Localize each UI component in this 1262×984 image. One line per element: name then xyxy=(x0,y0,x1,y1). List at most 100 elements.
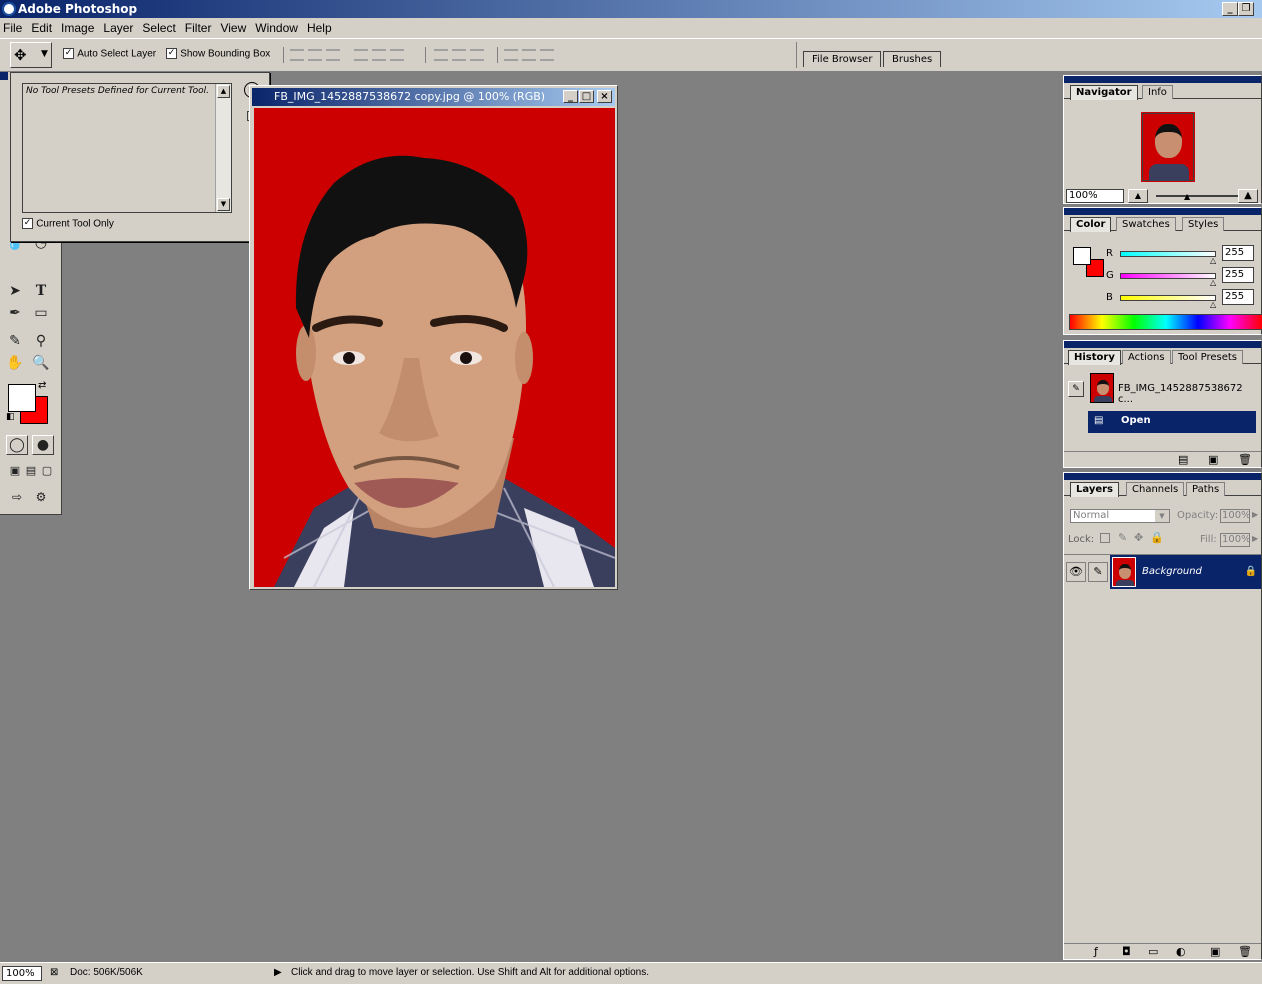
menu-help[interactable]: Help xyxy=(304,18,338,38)
opacity-arrow-icon[interactable]: ▶ xyxy=(1252,510,1258,519)
channel-value-g[interactable]: 255 xyxy=(1222,267,1254,283)
swap-colors-icon[interactable]: ⇄ xyxy=(38,380,46,391)
zoom-out-icon[interactable]: ▲ xyxy=(1128,189,1148,203)
standard-mode-icon[interactable]: ◯ xyxy=(6,435,28,455)
scroll-up-icon[interactable]: ▲ xyxy=(217,85,230,98)
foreground-color-swatch[interactable] xyxy=(8,384,36,412)
menu-file[interactable]: File xyxy=(0,18,28,38)
auto-select-layer-option[interactable]: ✓ Auto Select Layer xyxy=(63,48,156,60)
tab-paths[interactable]: Paths xyxy=(1186,482,1226,496)
layer-mask-icon[interactable]: ◘ xyxy=(1122,945,1131,958)
menu-edit[interactable]: Edit xyxy=(28,18,58,38)
history-brush-icon[interactable]: ✎ xyxy=(1068,381,1084,397)
align-bottom-icon[interactable] xyxy=(326,49,340,61)
file-browser-tab[interactable]: File Browser xyxy=(803,51,882,67)
status-menu-icon[interactable]: ▶ xyxy=(274,967,282,978)
default-colors-icon[interactable]: ◧ xyxy=(6,412,15,422)
tab-history[interactable]: History xyxy=(1068,350,1121,365)
presets-scrollbar[interactable]: ▲ ▼ xyxy=(215,84,231,212)
show-bounding-box-checkbox[interactable]: ✓ xyxy=(166,48,177,59)
document-title-bar[interactable]: FB_IMG_1452887538672 copy.jpg @ 100% (RG… xyxy=(252,88,615,106)
type-tool-icon[interactable]: T xyxy=(30,280,52,302)
jump-to-imageready-icon[interactable]: ⇨ xyxy=(6,486,28,508)
channel-thumb-icon[interactable]: △ xyxy=(1210,278,1216,287)
distribute-bottom-icon[interactable] xyxy=(470,49,484,61)
current-tool-only-option[interactable]: ✓ Current Tool Only xyxy=(22,218,114,230)
brushes-tab[interactable]: Brushes xyxy=(883,51,942,67)
auto-select-layer-checkbox[interactable]: ✓ xyxy=(63,48,74,59)
color-ramp[interactable] xyxy=(1069,314,1262,330)
tab-tool-presets[interactable]: Tool Presets xyxy=(1172,350,1243,364)
document-canvas[interactable] xyxy=(254,108,615,587)
tab-channels[interactable]: Channels xyxy=(1126,482,1185,496)
path-select-tool-icon[interactable]: ➤ xyxy=(4,280,26,302)
lock-all-icon[interactable]: 🔒 xyxy=(1150,531,1164,544)
channel-thumb-icon[interactable]: △ xyxy=(1210,256,1216,265)
align-left-icon[interactable] xyxy=(354,49,368,61)
menu-layer[interactable]: Layer xyxy=(100,18,139,38)
new-adjustment-layer-icon[interactable]: ◐ xyxy=(1176,945,1186,958)
menu-window[interactable]: Window xyxy=(252,18,304,38)
opacity-field[interactable]: 100% xyxy=(1220,509,1251,523)
align-middle-icon[interactable] xyxy=(308,49,322,61)
pen-tool-icon[interactable]: ✒ xyxy=(4,302,26,324)
scroll-down-icon[interactable]: ▼ xyxy=(217,198,230,211)
blend-mode-select[interactable]: Normal ▼ xyxy=(1070,509,1170,523)
distribute-hcenter-icon[interactable] xyxy=(522,49,536,61)
eye-visibility-icon[interactable]: 👁 xyxy=(1066,562,1086,582)
history-panel-header[interactable] xyxy=(1064,341,1261,348)
new-snapshot-icon[interactable]: ▣ xyxy=(1208,453,1218,466)
color-foreground-swatch[interactable] xyxy=(1073,247,1091,265)
status-zoom-field[interactable]: 100% xyxy=(2,966,42,981)
navigator-thumbnail[interactable] xyxy=(1141,112,1195,182)
align-center-icon[interactable] xyxy=(372,49,386,61)
fill-arrow-icon[interactable]: ▶ xyxy=(1252,534,1258,543)
channel-value-r[interactable]: 255 xyxy=(1222,245,1254,261)
layer-brush-icon[interactable]: ✎ xyxy=(1088,562,1108,582)
navigator-panel-header[interactable] xyxy=(1064,76,1261,83)
tab-navigator[interactable]: Navigator xyxy=(1070,85,1138,100)
eyedropper-tool-icon[interactable]: ⚲ xyxy=(30,330,52,352)
history-step-open[interactable]: ▤ Open xyxy=(1088,411,1256,433)
tab-layers[interactable]: Layers xyxy=(1070,482,1119,497)
lock-image-icon[interactable]: ✎ xyxy=(1118,531,1127,544)
tab-info[interactable]: Info xyxy=(1142,85,1173,99)
tool-preset-picker[interactable]: ✥ ▼ xyxy=(10,42,52,68)
new-set-icon[interactable]: ▭ xyxy=(1148,945,1158,958)
restore-button[interactable]: ❐ xyxy=(1238,2,1254,16)
history-snapshot-row[interactable]: ✎ FB_IMG_1452887538672 c... xyxy=(1066,369,1259,407)
channel-thumb-icon[interactable]: △ xyxy=(1210,300,1216,309)
quick-mask-mode-icon[interactable]: ● xyxy=(32,435,54,455)
imageready-icon[interactable]: ⚙ xyxy=(30,486,52,508)
doc-maximize-button[interactable]: □ xyxy=(579,90,594,103)
navigator-zoom-field[interactable]: 100% xyxy=(1066,189,1124,203)
tab-actions[interactable]: Actions xyxy=(1122,350,1171,364)
distribute-left-icon[interactable] xyxy=(504,49,518,61)
zoom-slider-thumb-icon[interactable]: ▲ xyxy=(1184,192,1190,201)
tab-styles[interactable]: Styles xyxy=(1182,217,1225,231)
color-panel-header[interactable] xyxy=(1064,208,1261,215)
show-bounding-box-option[interactable]: ✓ Show Bounding Box xyxy=(166,48,270,60)
doc-minimize-button[interactable]: _ xyxy=(563,90,578,103)
trash-icon[interactable]: 🗑 xyxy=(1238,453,1252,466)
lock-transparency-icon[interactable] xyxy=(1100,533,1110,543)
zoom-tool-icon[interactable]: 🔍 xyxy=(30,352,52,374)
tab-color[interactable]: Color xyxy=(1070,217,1112,232)
tab-swatches[interactable]: Swatches xyxy=(1116,217,1176,231)
current-tool-only-checkbox[interactable]: ✓ xyxy=(22,218,33,229)
menu-image[interactable]: Image xyxy=(58,18,100,38)
full-screen-mode-icon[interactable]: ▢ xyxy=(36,460,58,482)
channel-slider-g[interactable] xyxy=(1120,273,1216,279)
layer-selected-area[interactable]: Background 🔒 xyxy=(1110,555,1261,589)
menu-filter[interactable]: Filter xyxy=(182,18,218,38)
minimize-button[interactable]: _ xyxy=(1222,2,1238,16)
hand-tool-icon[interactable]: ✋ xyxy=(4,352,26,374)
notes-tool-icon[interactable]: ✎ xyxy=(4,330,26,352)
shape-tool-icon[interactable]: ▭ xyxy=(30,302,52,324)
layer-row-background[interactable]: 👁 ✎ Background 🔒 xyxy=(1064,554,1261,590)
delete-layer-icon[interactable]: 🗑 xyxy=(1238,945,1252,958)
lock-position-icon[interactable]: ✥ xyxy=(1134,531,1143,544)
channel-value-b[interactable]: 255 xyxy=(1222,289,1254,305)
menu-select[interactable]: Select xyxy=(139,18,181,38)
align-top-icon[interactable] xyxy=(290,49,304,61)
